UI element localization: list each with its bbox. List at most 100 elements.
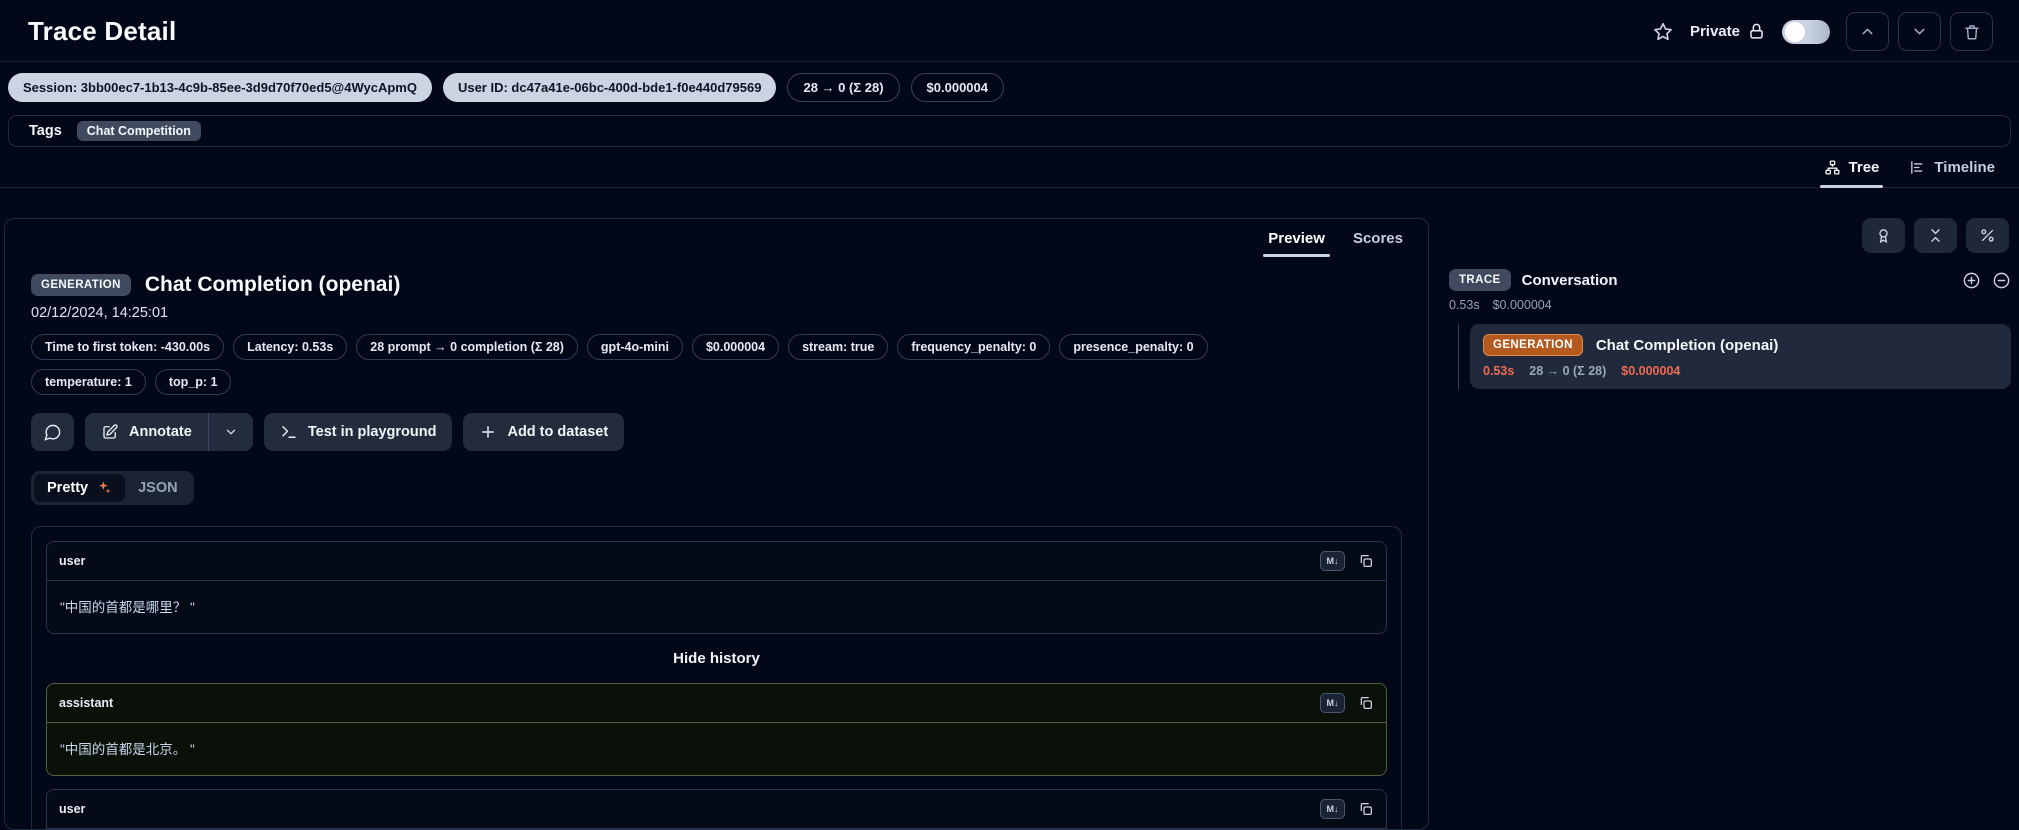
trace-tree-panel: TRACE Conversation 0.53s $0.000004 GENER… [1449, 218, 2011, 830]
public-toggle[interactable] [1782, 20, 1830, 44]
badge-token-usage: 28 prompt → 0 completion (Σ 28) [356, 334, 578, 360]
trace-cost: $0.000004 [1493, 298, 1552, 312]
chevron-down-icon [1911, 23, 1928, 40]
metrics-toggle-button[interactable] [1966, 218, 2009, 253]
detail-tabs: Preview Scores [5, 219, 1428, 257]
copy-button[interactable] [1358, 553, 1374, 569]
annotate-menu-button[interactable] [209, 413, 253, 451]
tab-preview[interactable]: Preview [1255, 224, 1338, 257]
bookmark-star-button[interactable] [1652, 21, 1674, 43]
copy-button[interactable] [1358, 801, 1374, 817]
annotate-split-button: Annotate [85, 413, 253, 451]
message-role: assistant [59, 696, 113, 710]
copy-button[interactable] [1358, 695, 1374, 711]
json-view-button[interactable]: JSON [125, 474, 191, 502]
badge-stream: stream: true [788, 334, 888, 360]
annotate-label: Annotate [129, 424, 192, 440]
plus-circle-icon [1962, 271, 1981, 290]
generation-tree-node[interactable]: GENERATION Chat Completion (openai) 0.53… [1470, 324, 2011, 389]
badge-presence-penalty: presence_penalty: 0 [1059, 334, 1207, 360]
message-role: user [59, 802, 85, 816]
generation-type-badge: GENERATION [1483, 334, 1583, 356]
expand-all-button[interactable] [1962, 271, 1981, 290]
scores-toggle-button[interactable] [1862, 218, 1905, 253]
percent-icon [1979, 227, 1996, 244]
badge-model: gpt-4o-mini [587, 334, 683, 360]
message-card-assistant: assistant M↓ "中国的首都是北京。 " [46, 683, 1387, 776]
toggle-knob [1785, 22, 1805, 42]
badge-cost: $0.000004 [692, 334, 779, 360]
sparkles-icon [96, 480, 112, 496]
star-icon [1652, 21, 1674, 43]
message-card-user-2: user M↓ "谢谢" [46, 789, 1387, 830]
generation-latency: 0.53s [1483, 364, 1514, 378]
message-card-user-1: user M↓ "中国的首都是哪里？ " [46, 541, 1387, 634]
page-header: Trace Detail Private [0, 0, 2019, 61]
session-badge[interactable]: Session: 3bb00ec7-1b13-4c9b-85ee-3d9d70f… [8, 73, 432, 102]
action-bar: Annotate Test in playground Add to datas… [5, 395, 1428, 451]
observation-title: Chat Completion (openai) [145, 273, 401, 297]
message-content: "中国的首都是北京。 " [47, 723, 1386, 775]
observation-type-badge: GENERATION [31, 274, 131, 296]
terminal-icon [280, 423, 298, 441]
comment-bubble-icon [43, 423, 62, 442]
privacy-label: Private [1690, 23, 1740, 40]
page-title: Trace Detail [28, 16, 176, 47]
tags-label: Tags [29, 123, 62, 139]
trace-latency: 0.53s [1449, 298, 1480, 312]
playground-button[interactable]: Test in playground [264, 413, 453, 451]
markdown-toggle-button[interactable]: M↓ [1320, 551, 1345, 571]
badge-frequency-penalty: frequency_penalty: 0 [897, 334, 1050, 360]
next-trace-button[interactable] [1898, 12, 1941, 51]
annotate-pencil-icon [101, 423, 119, 441]
minus-circle-icon [1992, 271, 2011, 290]
cost-badge: $0.000004 [911, 73, 1004, 102]
tab-timeline[interactable]: Timeline [1899, 153, 2005, 187]
plus-icon [479, 423, 497, 441]
tag-chip[interactable]: Chat Competition [77, 121, 201, 141]
pretty-view-button[interactable]: Pretty [34, 474, 125, 502]
annotate-button[interactable]: Annotate [85, 413, 208, 451]
timeline-icon [1909, 159, 1926, 176]
badge-time-to-first-token: Time to first token: -430.00s [31, 334, 224, 360]
trace-title: Conversation [1522, 272, 1618, 289]
markdown-toggle-button[interactable]: M↓ [1320, 799, 1345, 819]
trace-type-badge: TRACE [1449, 269, 1511, 291]
hide-history-button[interactable]: Hide history [46, 647, 1387, 670]
add-to-dataset-label: Add to dataset [507, 424, 608, 440]
delete-trace-button[interactable] [1950, 12, 1993, 51]
fold-vertical-icon [1927, 227, 1944, 244]
token-usage-badge: 28 → 0 (Σ 28) [787, 73, 899, 102]
user-id-badge[interactable]: User ID: dc47a41e-06bc-400d-bde1-f0e440d… [443, 73, 777, 102]
previous-trace-button[interactable] [1846, 12, 1889, 51]
observation-timestamp: 02/12/2024, 14:25:01 [5, 297, 1428, 321]
badge-latency: Latency: 0.53s [233, 334, 347, 360]
trace-tree-root[interactable]: TRACE Conversation [1449, 269, 2011, 291]
copy-icon [1358, 801, 1374, 817]
add-to-dataset-button[interactable]: Add to dataset [463, 413, 624, 451]
format-toggle: Pretty JSON [31, 471, 194, 505]
tab-tree[interactable]: Tree [1814, 153, 1890, 187]
tab-tree-label: Tree [1849, 159, 1880, 176]
chevron-down-icon [224, 425, 238, 439]
comments-button[interactable] [31, 413, 74, 451]
collapse-all-button[interactable] [1914, 218, 1957, 253]
observation-badges: Time to first token: -430.00s Latency: 0… [5, 321, 1345, 395]
view-switcher: Tree Timeline [0, 147, 2019, 188]
award-icon [1875, 227, 1892, 244]
privacy-control: Private [1690, 22, 1766, 41]
message-content: "中国的首都是哪里？ " [47, 581, 1386, 633]
collapse-node-button[interactable] [1992, 271, 2011, 290]
trace-meta-row: Session: 3bb00ec7-1b13-4c9b-85ee-3d9d70f… [0, 62, 2019, 111]
chevron-up-icon [1859, 23, 1876, 40]
markdown-toggle-button[interactable]: M↓ [1320, 693, 1345, 713]
tree-toolbar [1449, 218, 2011, 253]
tab-scores[interactable]: Scores [1340, 224, 1416, 257]
pretty-label: Pretty [47, 480, 88, 496]
message-role: user [59, 554, 85, 568]
badge-top-p: top_p: 1 [155, 369, 232, 395]
tab-timeline-label: Timeline [1934, 159, 1995, 176]
messages-container: user M↓ "中国的首都是哪里？ " Hide history assist… [31, 526, 1402, 830]
generation-tokens: 28 → 0 (Σ 28) [1529, 364, 1606, 378]
playground-label: Test in playground [308, 424, 437, 440]
